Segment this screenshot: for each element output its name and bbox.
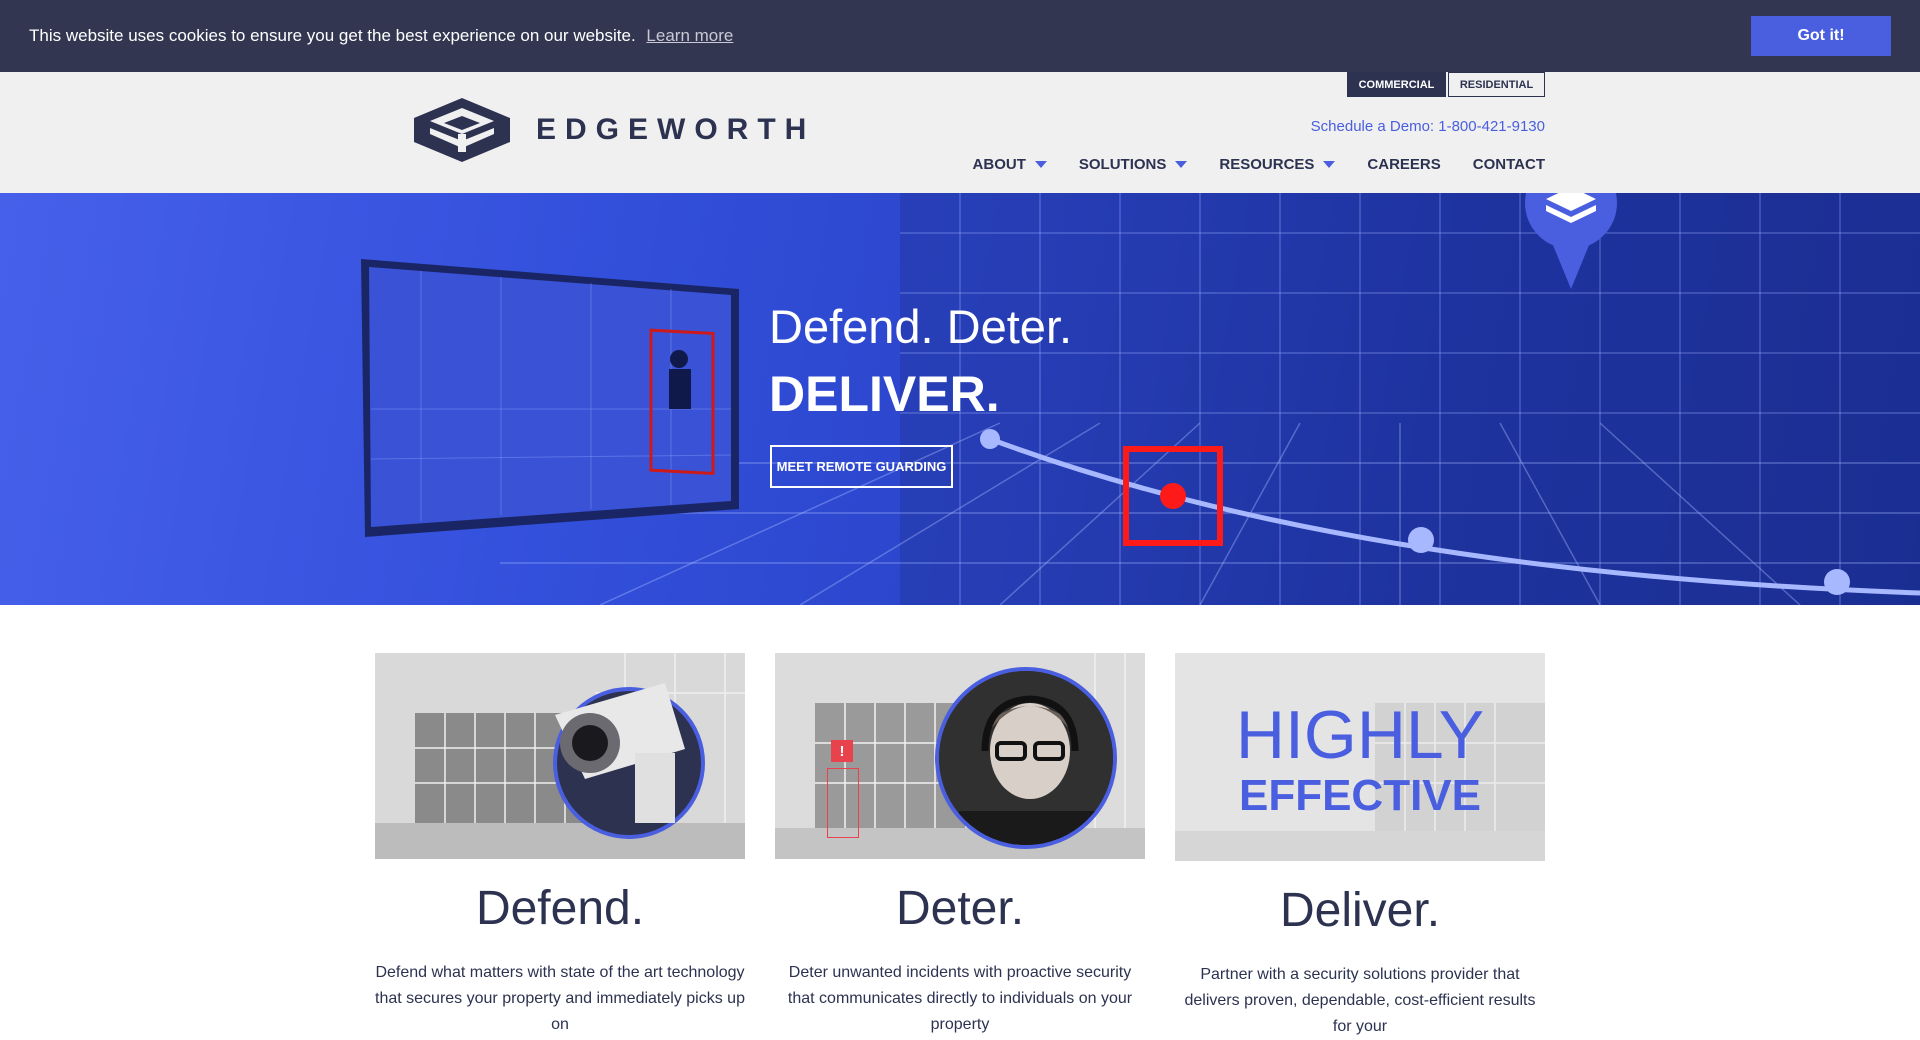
commercial-toggle[interactable]: COMMERCIAL [1347, 72, 1446, 97]
nav-resources-label: RESOURCES [1219, 156, 1315, 173]
nav-careers-label: CAREERS [1367, 156, 1441, 173]
card-deter-image: ! [775, 653, 1145, 859]
caret-down-icon [1175, 161, 1188, 168]
person-detection-box [827, 768, 859, 838]
card-deter-title: Deter. [895, 882, 1025, 935]
monitor-image [361, 259, 739, 537]
card-deliver: HIGHLY EFFECTIVE Deliver. Partner with a… [1175, 653, 1545, 1035]
card-deter: ! Deter. Deter unwanted incidents with p… [775, 653, 1145, 1033]
nav-solutions[interactable]: SOLUTIONS [1079, 156, 1188, 173]
highly-text: HIGHLY [1235, 697, 1485, 773]
nav-contact[interactable]: CONTACT [1473, 156, 1545, 173]
main-nav: ABOUT SOLUTIONS RESOURCES CAREERS CONTAC… [941, 156, 1545, 173]
cookie-learn-more-link[interactable]: Learn more [646, 26, 733, 45]
hero-banner: Defend. Deter. DELIVER. MEET REMOTE GUAR… [0, 193, 1920, 605]
nav-resources[interactable]: RESOURCES [1219, 156, 1336, 173]
operator-portrait-icon [939, 671, 1113, 845]
card-defend-title: Defend. [475, 882, 645, 935]
hero-title: Defend. Deter. [769, 300, 1073, 353]
effective-text: EFFECTIVE [1238, 771, 1482, 820]
hero-title-strong: DELIVER. [769, 366, 1000, 422]
card-defend-image [375, 653, 745, 859]
logo-wordmark: EDGEWORTH [536, 113, 816, 146]
alert-icon: ! [831, 740, 853, 762]
nav-contact-label: CONTACT [1472, 156, 1545, 173]
caret-down-icon [1323, 161, 1336, 168]
camera-illustration [375, 653, 745, 859]
card-defend-text: Defend what matters with state of the ar… [375, 964, 745, 1033]
caret-down-icon [1034, 161, 1047, 168]
logo[interactable]: EDGEWORTH [414, 98, 815, 162]
residential-toggle[interactable]: RESIDENTIAL [1448, 72, 1545, 97]
cookie-banner: This website uses cookies to ensure you … [0, 0, 1920, 72]
card-defend: Defend. Defend what matters with state o… [375, 653, 745, 1033]
cookie-accept-button[interactable]: Got it! [1751, 16, 1891, 56]
meet-remote-guarding-button[interactable]: MEET REMOTE GUARDING [770, 445, 953, 488]
site-header: EDGEWORTH COMMERCIAL RESIDENTIAL Schedul… [0, 72, 1920, 193]
nav-careers[interactable]: CAREERS [1367, 156, 1440, 173]
card-deter-text: Deter unwanted incidents with proactive … [787, 964, 1133, 1033]
nav-solutions-label: SOLUTIONS [1078, 156, 1167, 173]
cookie-message: This website uses cookies to ensure you … [29, 26, 636, 45]
nav-about[interactable]: ABOUT [973, 156, 1047, 173]
schedule-demo-link[interactable]: Schedule a Demo: 1-800-421-9130 [1311, 118, 1545, 135]
cookie-message-wrap: This website uses cookies to ensure you … [29, 26, 733, 46]
edgeworth-logo-icon [414, 98, 510, 162]
card-deliver-text: Partner with a security solutions provid… [1184, 966, 1536, 1035]
card-deliver-image: HIGHLY EFFECTIVE [1175, 653, 1545, 861]
nav-about-label: ABOUT [972, 156, 1026, 173]
operator-avatar [935, 667, 1117, 849]
card-deliver-title: Deliver. [1279, 884, 1441, 937]
